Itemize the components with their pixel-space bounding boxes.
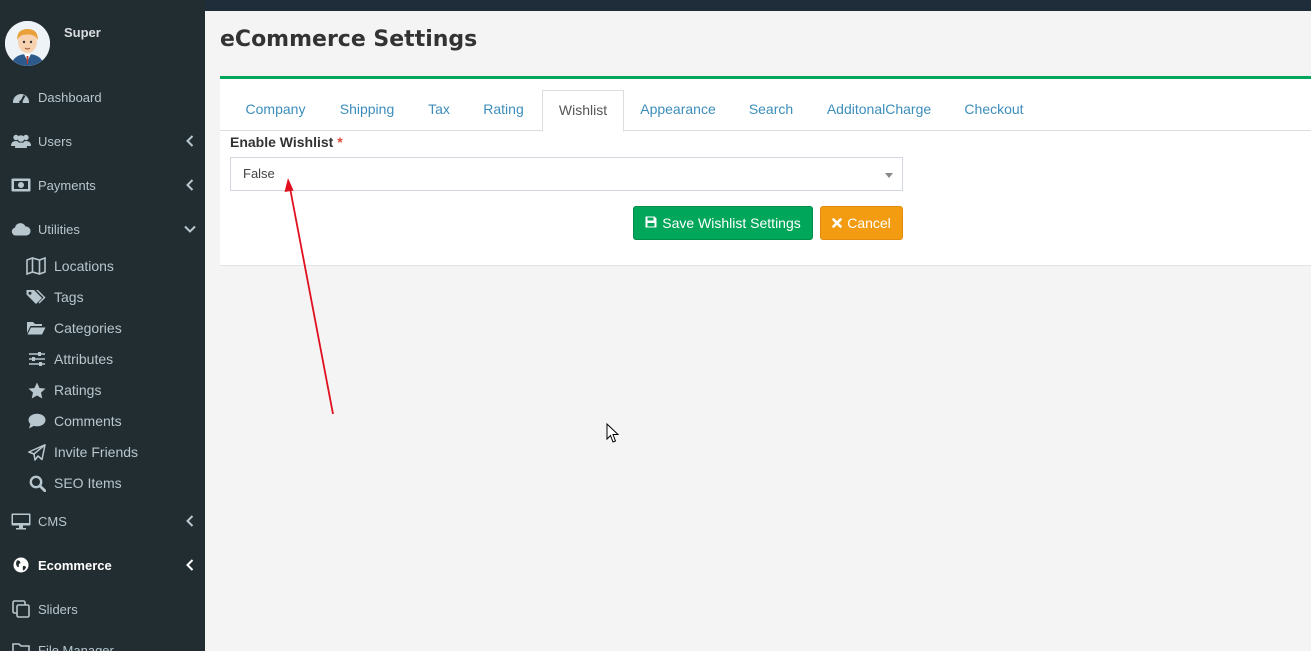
tab-wishlist[interactable]: Wishlist	[542, 90, 624, 132]
chevron-left-icon	[175, 559, 205, 571]
cancel-button-label: Cancel	[847, 215, 891, 231]
sidebar-subitem-label: Comments	[54, 413, 122, 429]
page-title: eCommerce Settings	[220, 27, 478, 52]
chevron-left-icon	[175, 135, 205, 147]
chevron-left-icon	[175, 179, 205, 191]
sidebar-subitem-ratings[interactable]: Ratings	[0, 375, 205, 405]
tab-additonalcharge[interactable]: AdditonalCharge	[812, 90, 946, 131]
enable-wishlist-select[interactable]: False	[230, 157, 903, 191]
dashboard-icon	[0, 89, 38, 105]
tab-search[interactable]: Search	[732, 90, 810, 131]
settings-box: Company Shipping Tax Rating Wishlist App…	[220, 76, 1311, 266]
tab-checkout[interactable]: Checkout	[948, 90, 1040, 131]
caret-down-icon	[885, 173, 893, 178]
sidebar-item-label: File Manager	[38, 642, 114, 651]
sidebar-item-dashboard[interactable]: Dashboard	[0, 79, 205, 115]
sidebar-item-label: Utilities	[38, 221, 80, 237]
sidebar-subitem-categories[interactable]: Categories	[0, 313, 205, 343]
sidebar-subitem-tags[interactable]: Tags	[0, 282, 205, 312]
desktop-icon	[0, 513, 38, 530]
sidebar-item-label: Ecommerce	[38, 557, 112, 573]
enable-wishlist-label-text: Enable Wishlist	[230, 134, 334, 150]
folder-icon	[0, 642, 38, 651]
star-icon	[0, 382, 54, 399]
sidebar-subitem-label: Ratings	[54, 382, 102, 398]
sidebar-subitem-label: Attributes	[54, 351, 114, 367]
tags-icon	[0, 289, 54, 305]
tab-company[interactable]: Company	[230, 90, 321, 131]
clone-icon	[0, 600, 38, 618]
tab-rating[interactable]: Rating	[467, 90, 540, 131]
sidebar-item-label: Dashboard	[38, 89, 102, 105]
sidebar-item-label: Payments	[38, 177, 96, 193]
sidebar-subitem-label: Locations	[54, 258, 114, 274]
sidebar-item-payments[interactable]: Payments	[0, 167, 205, 203]
sidebar-subitem-seo-items[interactable]: SEO Items	[0, 468, 205, 498]
users-icon	[0, 133, 38, 149]
sidebar-subitem-locations[interactable]: Locations	[0, 251, 205, 281]
tab-tax[interactable]: Tax	[413, 90, 465, 131]
main-content: eCommerce Settings Company Shipping Tax …	[205, 11, 1311, 651]
enable-wishlist-value: False	[243, 166, 275, 181]
chevron-down-icon	[175, 225, 205, 233]
sidebar-item-file-manager[interactable]: File Manager	[0, 632, 205, 651]
sidebar-subitem-invite-friends[interactable]: Invite Friends	[0, 437, 205, 467]
sidebar-item-ecommerce[interactable]: Ecommerce	[0, 547, 205, 583]
money-icon	[0, 178, 38, 192]
sidebar-item-utilities[interactable]: Utilities	[0, 211, 205, 247]
save-wishlist-settings-button[interactable]: Save Wishlist Settings	[633, 206, 813, 240]
chevron-left-icon	[175, 515, 205, 527]
close-icon	[832, 215, 843, 231]
sidebar-subitem-label: Tags	[54, 289, 84, 305]
sidebar-subitem-label: SEO Items	[54, 475, 122, 491]
user-panel: Super	[0, 11, 205, 75]
sidebar-subitem-comments[interactable]: Comments	[0, 406, 205, 436]
sidebar: Super Dashboard Users Payments Utilities	[0, 0, 205, 651]
tab-shipping[interactable]: Shipping	[323, 90, 411, 131]
paper-plane-icon	[0, 443, 54, 461]
sidebar-item-users[interactable]: Users	[0, 123, 205, 159]
tab-appearance[interactable]: Appearance	[626, 90, 730, 131]
sidebar-subitem-label: Categories	[54, 320, 122, 336]
required-mark: *	[337, 134, 343, 150]
sidebar-item-cms[interactable]: CMS	[0, 503, 205, 539]
cloud-icon	[0, 222, 38, 236]
folder-open-icon	[0, 320, 54, 336]
mouse-cursor-icon	[606, 423, 620, 443]
enable-wishlist-label: Enable Wishlist *	[230, 134, 343, 150]
search-icon	[0, 475, 54, 492]
sidebar-item-label: CMS	[38, 513, 67, 529]
save-icon	[645, 215, 657, 231]
save-button-label: Save Wishlist Settings	[662, 215, 801, 231]
map-icon	[0, 257, 54, 275]
settings-tabs: Company Shipping Tax Rating Wishlist App…	[220, 90, 1311, 132]
sidebar-item-sliders[interactable]: Sliders	[0, 591, 205, 627]
comment-icon	[0, 413, 54, 429]
globe-icon	[0, 557, 38, 573]
sliders-icon	[0, 351, 54, 367]
avatar[interactable]	[5, 21, 50, 66]
sidebar-subitem-attributes[interactable]: Attributes	[0, 344, 205, 374]
cancel-button[interactable]: Cancel	[820, 206, 903, 240]
user-name: Super	[64, 25, 101, 40]
sidebar-item-label: Users	[38, 133, 72, 149]
sidebar-item-label: Sliders	[38, 601, 78, 617]
sidebar-subitem-label: Invite Friends	[54, 444, 139, 460]
